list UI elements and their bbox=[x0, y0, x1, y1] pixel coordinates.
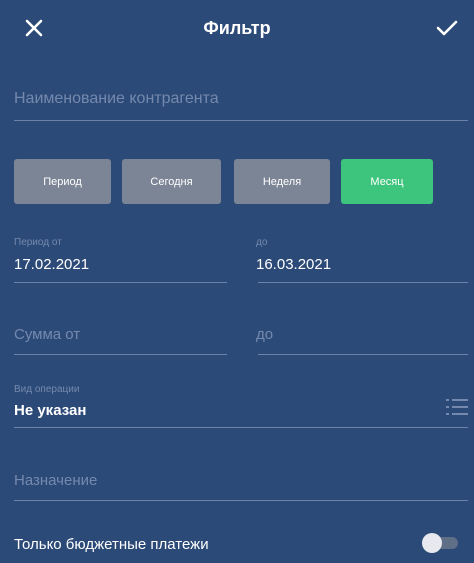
page-title: Фильтр bbox=[203, 18, 271, 38]
period-to-value: 16.03.2021 bbox=[256, 256, 332, 273]
amount-from-placeholder: Сумма от bbox=[14, 326, 81, 343]
amount-to-placeholder: до bbox=[256, 326, 274, 343]
operation-type-value: Не указан bbox=[14, 402, 87, 419]
counterparty-underline bbox=[14, 120, 468, 121]
chip-month[interactable]: Месяц bbox=[341, 159, 433, 204]
chip-today[interactable]: Сегодня bbox=[122, 159, 221, 204]
budget-only-label: Только бюджетные платежи bbox=[14, 536, 209, 553]
check-icon bbox=[436, 20, 458, 36]
period-from-underline bbox=[14, 282, 227, 283]
top-bar: Фильтр bbox=[0, 0, 474, 60]
operation-type-label: Вид операции bbox=[14, 384, 80, 395]
counterparty-placeholder: Наименование контрагента bbox=[14, 90, 219, 107]
chip-period[interactable]: Период bbox=[14, 159, 111, 204]
period-from-value: 17.02.2021 bbox=[14, 256, 90, 273]
apply-button[interactable] bbox=[434, 16, 460, 40]
purpose-placeholder: Назначение bbox=[14, 472, 98, 489]
period-to-underline bbox=[258, 282, 468, 283]
budget-only-toggle[interactable] bbox=[422, 532, 460, 554]
list-icon[interactable] bbox=[446, 398, 468, 416]
period-from-label: Период от bbox=[14, 237, 62, 248]
amount-to-underline bbox=[258, 354, 468, 355]
amount-from-underline bbox=[14, 354, 227, 355]
chip-week[interactable]: Неделя bbox=[234, 159, 330, 204]
toggle-knob bbox=[422, 533, 442, 553]
period-to-label: до bbox=[256, 237, 268, 248]
purpose-underline bbox=[14, 500, 468, 501]
operation-type-underline bbox=[14, 427, 468, 428]
